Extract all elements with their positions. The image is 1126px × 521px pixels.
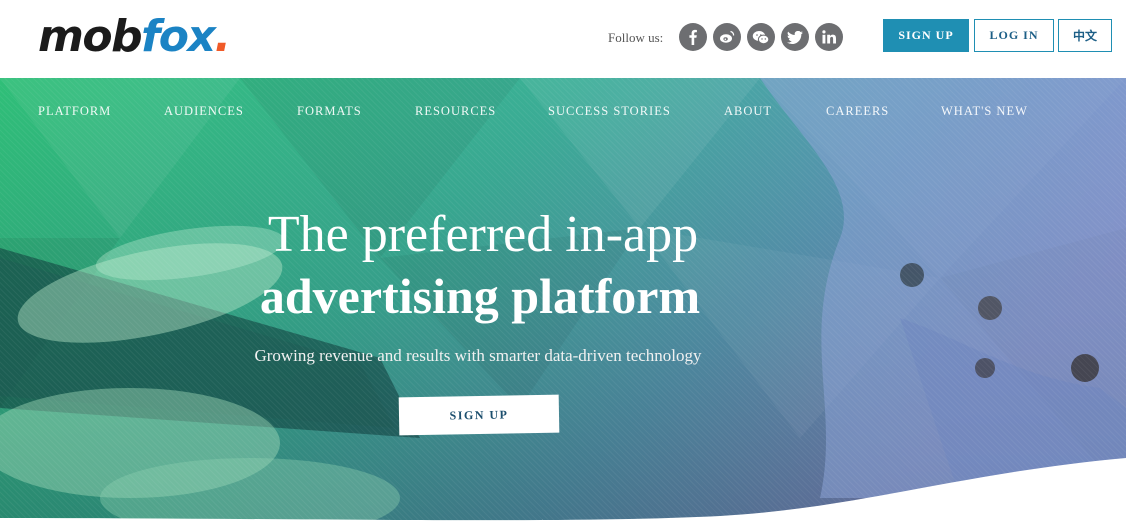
- signup-button-header[interactable]: SIGN UP: [883, 19, 969, 52]
- twitter-icon[interactable]: [781, 23, 809, 51]
- social-links: [679, 23, 843, 51]
- main-navigation: PLATFORM AUDIENCES FORMATS RESOURCES SUC…: [0, 104, 1126, 124]
- hero-headline-line2: advertising platform: [259, 268, 701, 324]
- nav-item-resources[interactable]: RESOURCES: [415, 104, 496, 119]
- linkedin-icon[interactable]: [815, 23, 843, 51]
- hero-subheadline: Growing revenue and results with smarter…: [254, 346, 702, 365]
- logo-text-fox: fox: [141, 11, 216, 62]
- language-chinese-button[interactable]: 中文: [1058, 19, 1112, 52]
- site-header: mobfox. Follow us: SIGN UP LOG IN 中文: [0, 0, 1126, 78]
- nav-item-whats-new[interactable]: WHAT'S NEW: [941, 104, 1028, 119]
- facebook-icon[interactable]: [679, 23, 707, 51]
- hero-headline-line1: The preferred in-app: [267, 206, 699, 263]
- login-button[interactable]: LOG IN: [974, 19, 1054, 52]
- weibo-icon[interactable]: [713, 23, 741, 51]
- hero-signup-button[interactable]: SIGN UP: [398, 394, 560, 436]
- nav-item-about[interactable]: ABOUT: [724, 104, 772, 119]
- nav-item-success-stories[interactable]: SUCCESS STORIES: [548, 104, 671, 119]
- follow-us-label: Follow us:: [608, 30, 664, 45]
- nav-item-audiences[interactable]: AUDIENCES: [164, 104, 244, 119]
- hero-banner: PLATFORM AUDIENCES FORMATS RESOURCES SUC…: [0, 78, 1126, 521]
- mobfox-logo[interactable]: mobfox.: [38, 8, 231, 66]
- logo-text-mob: mob: [38, 11, 143, 62]
- nav-item-careers[interactable]: CAREERS: [826, 104, 889, 119]
- nav-item-formats[interactable]: FORMATS: [297, 104, 362, 119]
- nav-item-platform[interactable]: PLATFORM: [38, 104, 111, 119]
- wechat-icon[interactable]: [747, 23, 775, 51]
- logo-dot: .: [214, 11, 231, 62]
